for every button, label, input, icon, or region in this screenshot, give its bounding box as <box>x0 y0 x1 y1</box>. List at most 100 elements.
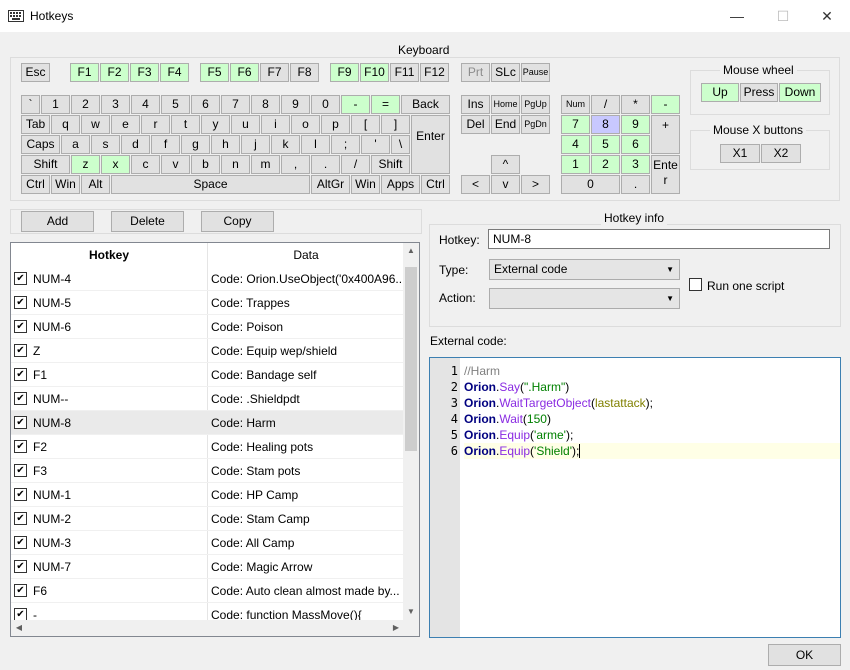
key--54[interactable]: ; <box>331 135 360 154</box>
key-p[interactable]: p <box>321 115 350 134</box>
key--65[interactable]: , <box>281 155 310 174</box>
key-esc[interactable]: Esc <box>21 63 50 82</box>
table-row[interactable]: ✔ F6 Code: Auto clean almost made by... <box>11 579 404 603</box>
key--56[interactable]: \ <box>391 135 410 154</box>
table-row[interactable]: ✔ NUM-3 Code: All Camp <box>11 531 404 555</box>
mouse-x2-button[interactable]: X2 <box>761 144 801 163</box>
key--103[interactable]: . <box>621 175 650 194</box>
key-end[interactable]: End <box>491 115 520 134</box>
key-f11[interactable]: F11 <box>390 63 419 82</box>
key--89[interactable]: * <box>621 95 650 114</box>
table-row[interactable]: ✔ NUM-7 Code: Magic Arrow <box>11 555 404 579</box>
key-f2[interactable]: F2 <box>100 63 129 82</box>
key--67[interactable]: / <box>341 155 370 174</box>
key-f5[interactable]: F5 <box>200 63 229 82</box>
add-button[interactable]: Add <box>21 211 94 232</box>
key-i[interactable]: i <box>261 115 290 134</box>
key--88[interactable]: / <box>591 95 620 114</box>
row-checkbox[interactable]: ✔ <box>14 512 27 525</box>
vertical-scrollbar[interactable]: ▲ ▼ <box>403 243 419 620</box>
key-shift[interactable]: Shift <box>371 155 410 174</box>
row-checkbox[interactable]: ✔ <box>14 392 27 405</box>
key-1[interactable]: 1 <box>561 155 590 174</box>
row-checkbox[interactable]: ✔ <box>14 296 27 309</box>
row-checkbox[interactable]: ✔ <box>14 560 27 573</box>
key-5[interactable]: 5 <box>161 95 190 114</box>
key--84[interactable]: < <box>461 175 490 194</box>
table-row[interactable]: ✔ NUM-2 Code: Stam Camp <box>11 507 404 531</box>
type-dropdown[interactable]: External code ▼ <box>489 259 680 280</box>
key-f6[interactable]: F6 <box>230 63 259 82</box>
key-d[interactable]: d <box>121 135 150 154</box>
key-3[interactable]: 3 <box>101 95 130 114</box>
key-e[interactable]: e <box>111 115 140 134</box>
row-checkbox[interactable]: ✔ <box>14 440 27 453</box>
key-j[interactable]: j <box>241 135 270 154</box>
key-x[interactable]: x <box>101 155 130 174</box>
key-7[interactable]: 7 <box>561 115 590 134</box>
key-alt[interactable]: Alt <box>81 175 110 194</box>
key-pause[interactable]: Pause <box>521 63 550 82</box>
key-v[interactable]: v <box>491 175 520 194</box>
key-win[interactable]: Win <box>351 175 380 194</box>
key-6[interactable]: 6 <box>621 135 650 154</box>
key-apps[interactable]: Apps <box>381 175 420 194</box>
action-dropdown[interactable]: ▼ <box>489 288 680 309</box>
scroll-up-icon[interactable]: ▲ <box>403 243 419 259</box>
mouse-wheel-down-button[interactable]: Down <box>779 83 821 102</box>
key-4[interactable]: 4 <box>131 95 160 114</box>
scroll-left-icon[interactable]: ◀ <box>11 620 27 636</box>
key-slc[interactable]: SLc <box>491 63 520 82</box>
key--27[interactable]: - <box>341 95 370 114</box>
horizontal-scrollbar[interactable]: ◀ ▶ <box>11 620 404 636</box>
code-editor[interactable]: 1 2 3 4 5 6 //Harm Orion.Say(".Harm") Or… <box>429 357 841 638</box>
key-5[interactable]: 5 <box>591 135 620 154</box>
delete-button[interactable]: Delete <box>111 211 184 232</box>
row-checkbox[interactable]: ✔ <box>14 536 27 549</box>
key--41[interactable]: [ <box>351 115 380 134</box>
row-checkbox[interactable]: ✔ <box>14 416 27 429</box>
table-row[interactable]: ✔ Z Code: Equip wep/shield <box>11 339 404 363</box>
key-6[interactable]: 6 <box>191 95 220 114</box>
column-header-hotkey[interactable]: Hotkey <box>11 243 207 267</box>
key-home[interactable]: Home <box>491 95 520 114</box>
key-del[interactable]: Del <box>461 115 490 134</box>
key-f4[interactable]: F4 <box>160 63 189 82</box>
key-k[interactable]: k <box>271 135 300 154</box>
key-8[interactable]: 8 <box>591 115 620 134</box>
key-f[interactable]: f <box>151 135 180 154</box>
key-m[interactable]: m <box>251 155 280 174</box>
table-row[interactable]: ✔ NUM-4 Code: Orion.UseObject('0x400A96... <box>11 267 404 291</box>
hotkey-field[interactable]: NUM-8 <box>488 229 830 249</box>
table-row[interactable]: ✔ NUM-1 Code: HP Camp <box>11 483 404 507</box>
column-header-data[interactable]: Data <box>208 243 404 267</box>
row-checkbox[interactable]: ✔ <box>14 320 27 333</box>
key-c[interactable]: c <box>131 155 160 174</box>
key-f12[interactable]: F12 <box>420 63 449 82</box>
key-8[interactable]: 8 <box>251 95 280 114</box>
row-checkbox[interactable]: ✔ <box>14 488 27 501</box>
run-one-script-checkbox[interactable] <box>689 278 702 291</box>
key--55[interactable]: ' <box>361 135 390 154</box>
key-9[interactable]: 9 <box>281 95 310 114</box>
row-checkbox[interactable]: ✔ <box>14 272 27 285</box>
mouse-wheel-press-button[interactable]: Press <box>740 83 778 102</box>
row-checkbox[interactable]: ✔ <box>14 344 27 357</box>
key-caps[interactable]: Caps <box>21 135 60 154</box>
key-num[interactable]: Num <box>561 95 590 114</box>
scroll-right-icon[interactable]: ▶ <box>388 620 404 636</box>
key-f3[interactable]: F3 <box>130 63 159 82</box>
key-s[interactable]: s <box>91 135 120 154</box>
key-7[interactable]: 7 <box>221 95 250 114</box>
key-3[interactable]: 3 <box>621 155 650 174</box>
key-enter[interactable]: Enter <box>651 155 680 194</box>
key-2[interactable]: 2 <box>71 95 100 114</box>
key-pgdn[interactable]: PgDn <box>521 115 550 134</box>
key--94[interactable]: + <box>651 115 680 154</box>
key-f10[interactable]: F10 <box>360 63 389 82</box>
key--86[interactable]: > <box>521 175 550 194</box>
key-ins[interactable]: Ins <box>461 95 490 114</box>
key--16[interactable]: ` <box>21 95 40 114</box>
key-4[interactable]: 4 <box>561 135 590 154</box>
key-enter[interactable]: Enter <box>411 115 450 174</box>
